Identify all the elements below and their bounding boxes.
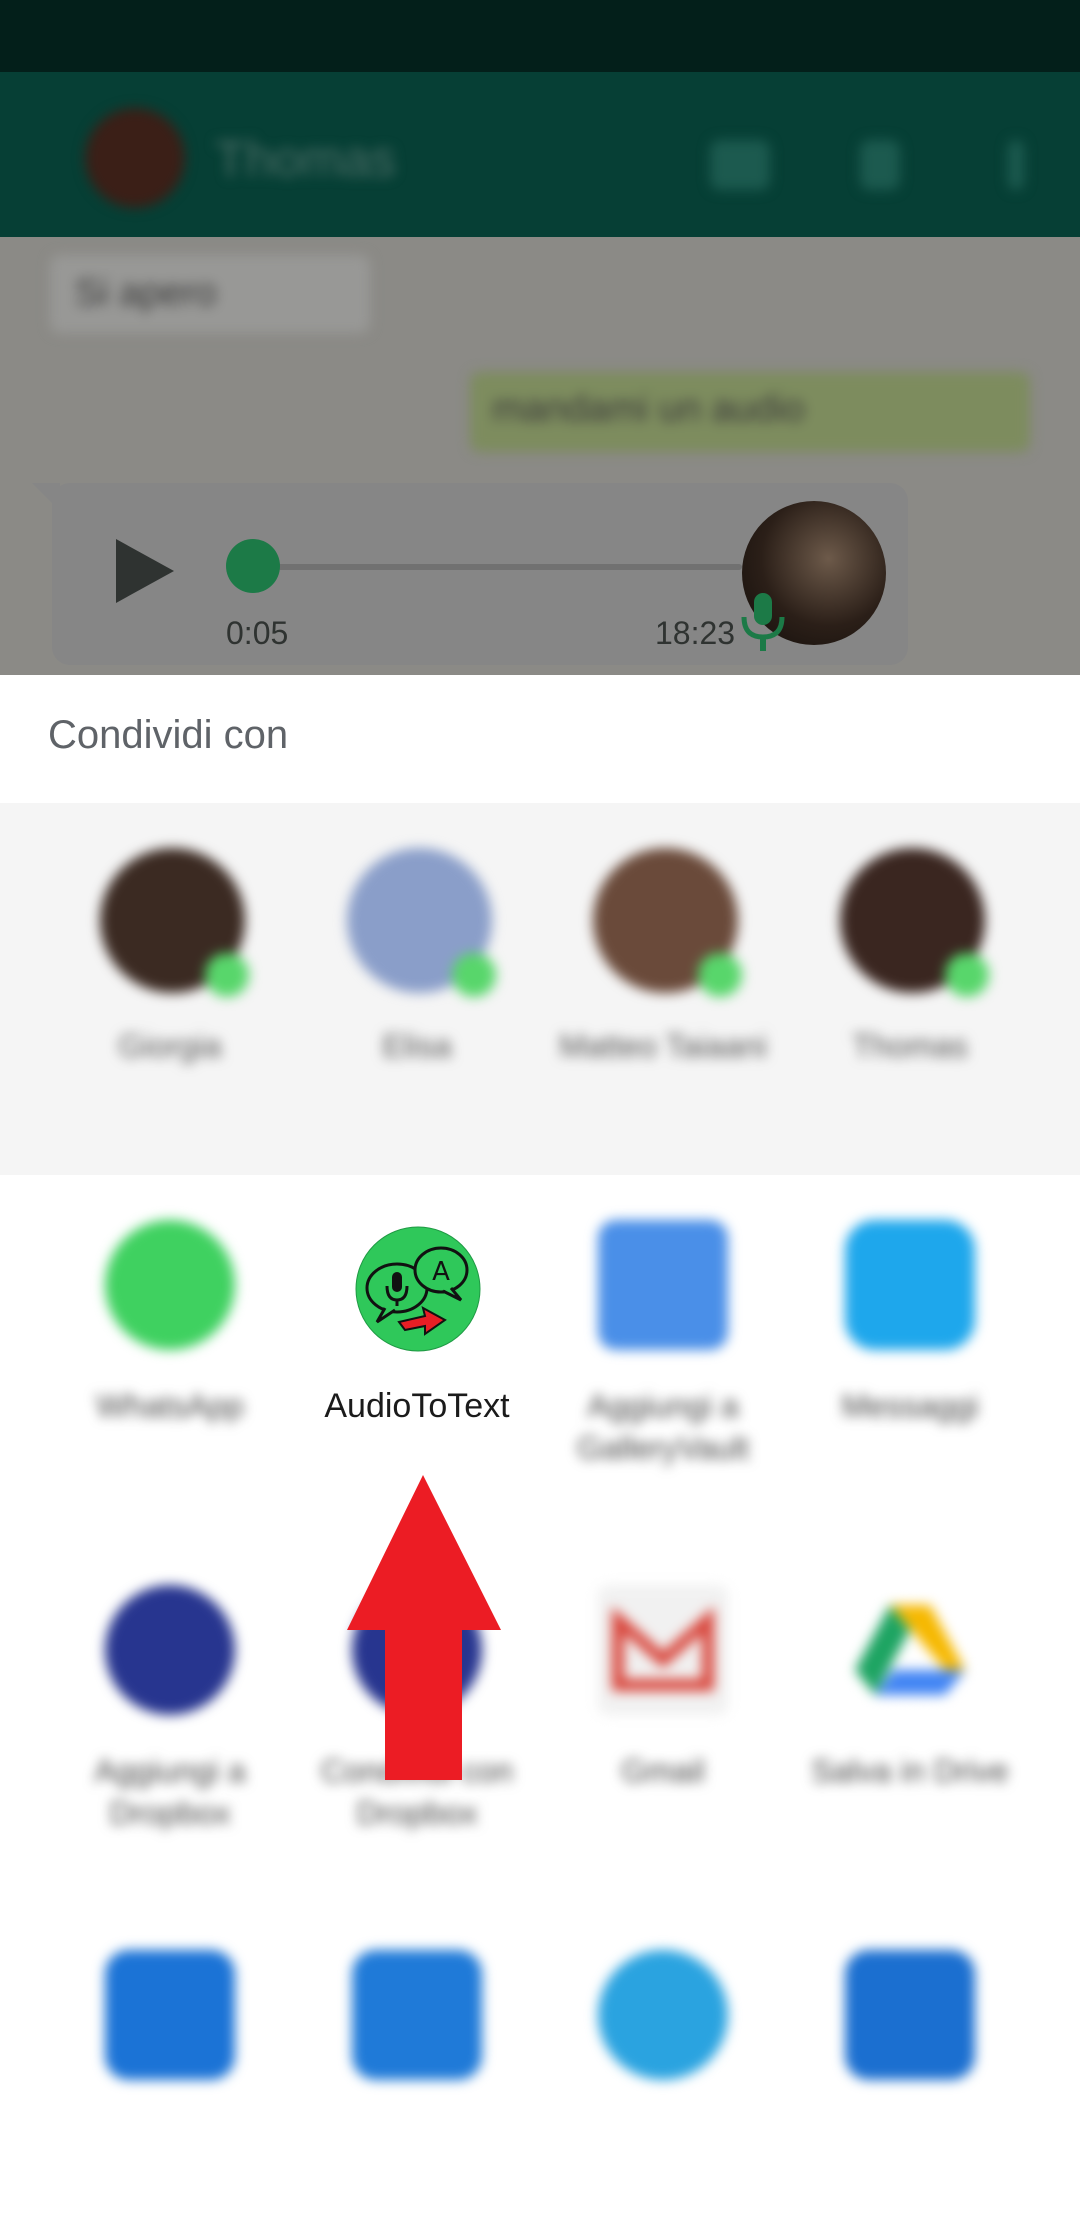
more-options-icon [1008, 140, 1024, 190]
audio-progress-knob[interactable] [226, 539, 280, 593]
drive-icon [845, 1585, 975, 1715]
audio-message-card: 0:05 18:23 [32, 483, 908, 665]
share-sheet: Condividi con Giorgia Elisa Matteo Taiaa… [0, 675, 1080, 2080]
audio-timestamp: 18:23 [655, 615, 736, 651]
red-arrow-annotation [347, 1475, 501, 1780]
audiototext-icon[interactable]: A [355, 1226, 481, 1352]
app-target-messaggi[interactable]: Messaggi [790, 1220, 1030, 1490]
whatsapp-badge-icon [945, 953, 989, 997]
app-label: Gmail [621, 1753, 705, 1789]
app-icon [105, 1950, 235, 2080]
app-label: Salva in Drive [811, 1753, 1009, 1789]
phone-icon [860, 140, 900, 190]
app-label: AudioToText [324, 1387, 510, 1425]
outgoing-message-text: mandami un audio [492, 388, 805, 430]
chat-background-dimmed: Thomas Si apero mandami un audio 0:05 18… [0, 0, 1080, 675]
telegram-icon [598, 1950, 728, 2080]
app-target-gmail[interactable]: Gmail [543, 1585, 783, 1855]
contact-label: Elisa [382, 1028, 452, 1064]
app-label: Messaggi [841, 1388, 979, 1424]
app-icon [845, 1950, 975, 2080]
audio-progress-track[interactable] [252, 564, 742, 570]
status-bar [0, 0, 1080, 72]
microphone-icon [741, 593, 785, 651]
app-target-row3-4[interactable] [790, 1950, 1030, 2220]
contact-label: Thomas [852, 1028, 968, 1064]
app-label: WhatsApp [96, 1388, 244, 1424]
contact-label: Giorgia [118, 1028, 222, 1064]
whatsapp-badge-icon [205, 953, 249, 997]
dropbox-icon [105, 1585, 235, 1715]
audio-elapsed-time: 0:05 [226, 615, 289, 651]
app-target-galleryvault[interactable]: Aggiungi a GalleryVault [543, 1220, 783, 1490]
contact-target[interactable]: Thomas [795, 848, 1025, 1088]
app-target-row3-2[interactable] [297, 1950, 537, 2220]
whatsapp-badge-icon [452, 953, 496, 997]
gallery-icon [598, 1220, 728, 1350]
whatsapp-icon [105, 1220, 235, 1350]
contact-target[interactable]: Giorgia [55, 848, 285, 1088]
direct-share-contacts: Giorgia Elisa Matteo Taiaani Thomas [0, 803, 1080, 1175]
app-label: Aggiungi a GalleryVault [577, 1388, 749, 1466]
app-target-whatsapp[interactable]: WhatsApp [50, 1220, 290, 1490]
app-label: Aggiungi a Dropbox [94, 1753, 246, 1831]
video-call-icon [710, 140, 770, 190]
svg-text:A: A [432, 1257, 450, 1287]
contact-avatar [85, 108, 185, 208]
contact-name: Thomas [215, 131, 396, 187]
contact-label: Matteo Taiaani [559, 1028, 767, 1064]
contact-target[interactable]: Elisa [302, 848, 532, 1088]
whatsapp-badge-icon [698, 953, 742, 997]
app-target-dropbox-add[interactable]: Aggiungi a Dropbox [50, 1585, 290, 1855]
gmail-icon [598, 1585, 728, 1715]
contact-target[interactable]: Matteo Taiaani [548, 848, 778, 1088]
play-icon[interactable] [116, 539, 174, 603]
incoming-message-text: Si apero [75, 272, 217, 314]
app-icon [352, 1950, 482, 2080]
app-target-row3-3[interactable] [543, 1950, 783, 2220]
share-sheet-title: Condividi con [48, 713, 289, 757]
app-target-row3-1[interactable] [50, 1950, 290, 2220]
messages-icon [845, 1220, 975, 1350]
app-target-drive[interactable]: Salva in Drive [790, 1585, 1030, 1855]
